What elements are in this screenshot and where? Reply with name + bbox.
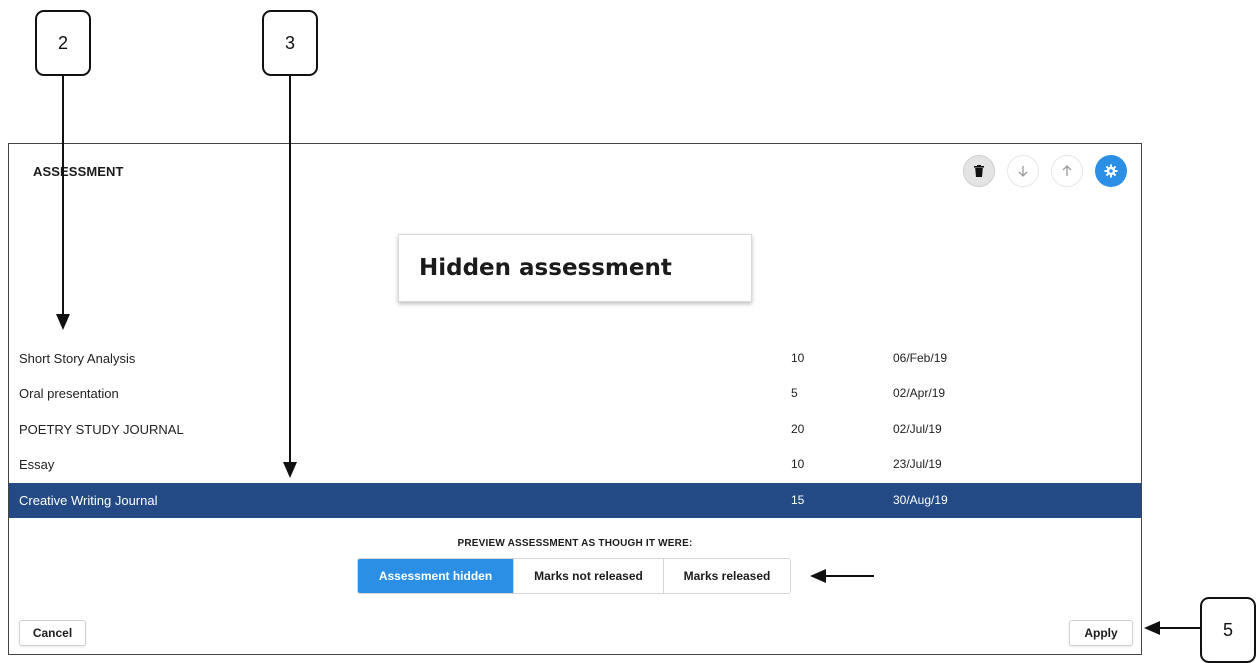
assessment-date: 30/Aug/19 [893, 493, 948, 507]
move-down-button[interactable] [1007, 155, 1039, 187]
assessment-marks: 10 [791, 351, 805, 365]
callout-3: 3 [262, 10, 318, 76]
assessment-dialog: ASSESSMENT Hidden assessment Short Story… [8, 143, 1142, 655]
assessment-date: 23/Jul/19 [893, 457, 942, 471]
move-up-button[interactable] [1051, 155, 1083, 187]
assessment-marks: 5 [791, 386, 798, 400]
arrow-up-icon [1062, 165, 1072, 176]
assessment-marks: 10 [791, 457, 805, 471]
assessment-name: POETRY STUDY JOURNAL [19, 422, 184, 437]
preview-marks-released-button[interactable]: Marks released [663, 559, 790, 593]
assessment-marks: 15 [791, 493, 805, 507]
assessment-date: 02/Apr/19 [893, 386, 946, 400]
delete-button[interactable] [963, 155, 995, 187]
hidden-assessment-label: Hidden assessment [398, 234, 752, 302]
preview-label: PREVIEW ASSESSMENT AS THOUGH IT WERE: [457, 538, 693, 549]
cancel-button[interactable]: Cancel [19, 620, 86, 646]
assessment-name: Creative Writing Journal [19, 493, 158, 508]
preview-marks-not-released-button[interactable]: Marks not released [513, 559, 663, 593]
preview-assessment-hidden-button[interactable]: Assessment hidden [358, 559, 513, 593]
assessment-date: 02/Jul/19 [893, 422, 942, 436]
assessment-row[interactable]: POETRY STUDY JOURNAL 20 02/Jul/19 [9, 412, 1141, 447]
preview-segmented-control: Assessment hidden Marks not released Mar… [357, 558, 791, 594]
assessment-name: Oral presentation [19, 386, 119, 401]
assessment-name: Short Story Analysis [19, 351, 136, 366]
callout-5: 5 [1200, 597, 1256, 663]
assessment-row[interactable]: Essay 10 23/Jul/19 [9, 447, 1141, 482]
dialog-title: ASSESSMENT [33, 164, 124, 179]
trash-icon [974, 165, 984, 177]
apply-button[interactable]: Apply [1069, 620, 1133, 646]
assessment-marks: 20 [791, 422, 805, 436]
assessment-row[interactable]: Short Story Analysis 10 06/Feb/19 [9, 341, 1141, 376]
gear-icon [1104, 164, 1118, 178]
settings-button[interactable] [1095, 155, 1127, 187]
assessment-row-selected[interactable]: Creative Writing Journal 15 30/Aug/19 [9, 483, 1141, 518]
assessment-date: 06/Feb/19 [893, 351, 948, 365]
callout-2: 2 [35, 10, 91, 76]
assessment-row[interactable]: Oral presentation 5 02/Apr/19 [9, 376, 1141, 411]
assessment-name: Essay [19, 457, 55, 472]
arrow-down-icon [1018, 166, 1028, 177]
